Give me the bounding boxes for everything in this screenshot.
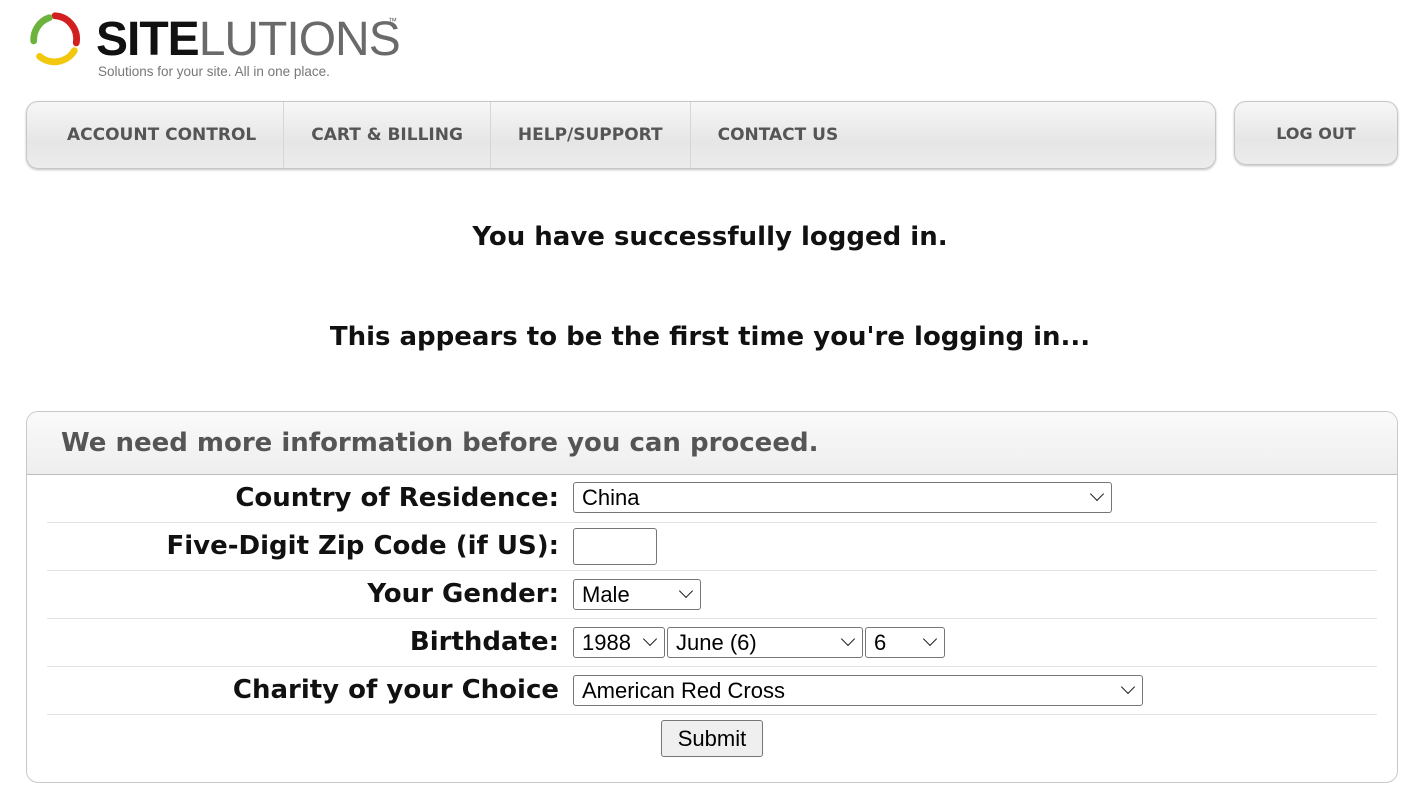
birth-month-value: June (6) xyxy=(676,629,757,655)
country-value: China xyxy=(582,484,640,510)
nav-item-contact-us[interactable]: CONTACT US xyxy=(691,102,866,168)
logo-swirl-icon xyxy=(30,12,80,66)
form-heading: We need more information before you can … xyxy=(27,412,1397,475)
chevron-down-icon xyxy=(1120,679,1136,695)
form-rows: Country of Residence: China Five-Digit Z… xyxy=(47,475,1377,767)
gender-label: Your Gender: xyxy=(367,579,559,609)
charity-value: American Red Cross xyxy=(582,677,785,703)
form-row-birthdate: Birthdate: 1988 June (6) 6 xyxy=(47,619,1377,667)
main-nav: ACCOUNT CONTROL CART & BILLING HELP/SUPP… xyxy=(26,101,1216,169)
first-login-message: This appears to be the first time you're… xyxy=(329,322,1091,352)
chevron-down-icon xyxy=(642,631,658,647)
zip-input[interactable] xyxy=(573,528,657,565)
nav-item-help-support[interactable]: HELP/SUPPORT xyxy=(491,102,691,168)
brand-name-light: LUTIONS xyxy=(198,13,401,66)
chevron-down-icon xyxy=(1089,486,1105,502)
info-form-panel: We need more information before you can … xyxy=(26,411,1398,783)
gender-select[interactable]: Male xyxy=(573,579,701,610)
brand-name: SITELUTIONS xyxy=(96,12,401,68)
trademark: ™ xyxy=(388,16,397,26)
form-row-submit: Submit xyxy=(47,715,1377,767)
gender-value: Male xyxy=(582,581,630,607)
form-row-country: Country of Residence: China xyxy=(47,475,1377,523)
nav-item-account-control[interactable]: ACCOUNT CONTROL xyxy=(27,102,285,168)
chevron-down-icon xyxy=(840,631,856,647)
brand-tagline: Solutions for your site. All in one plac… xyxy=(98,64,330,79)
charity-select[interactable]: American Red Cross xyxy=(573,675,1143,706)
birth-year-value: 1988 xyxy=(582,629,631,655)
logout-button[interactable]: LOG OUT xyxy=(1234,101,1398,165)
submit-button[interactable]: Submit xyxy=(661,720,763,757)
zip-label: Five-Digit Zip Code (if US): xyxy=(166,531,560,561)
form-row-charity: Charity of your Choice American Red Cros… xyxy=(47,667,1377,715)
country-select[interactable]: China xyxy=(573,482,1112,513)
birthdate-label: Birthdate: xyxy=(409,627,559,657)
login-success-message: You have successfully logged in. xyxy=(472,222,948,252)
brand-name-bold: SITE xyxy=(96,13,200,66)
form-row-zip: Five-Digit Zip Code (if US): xyxy=(47,523,1377,571)
nav-item-cart-billing[interactable]: CART & BILLING xyxy=(284,102,491,168)
birth-day-select[interactable]: 6 xyxy=(865,627,945,658)
birth-month-select[interactable]: June (6) xyxy=(667,627,863,658)
charity-label: Charity of your Choice xyxy=(232,675,559,705)
chevron-down-icon xyxy=(922,631,938,647)
country-label: Country of Residence: xyxy=(235,483,559,513)
form-row-gender: Your Gender: Male xyxy=(47,571,1377,619)
birth-year-select[interactable]: 1988 xyxy=(573,627,665,658)
sitelutions-logo[interactable]: SITELUTIONS ™ Solutions for your site. A… xyxy=(26,8,416,83)
chevron-down-icon xyxy=(678,583,694,599)
birth-day-value: 6 xyxy=(874,629,887,655)
